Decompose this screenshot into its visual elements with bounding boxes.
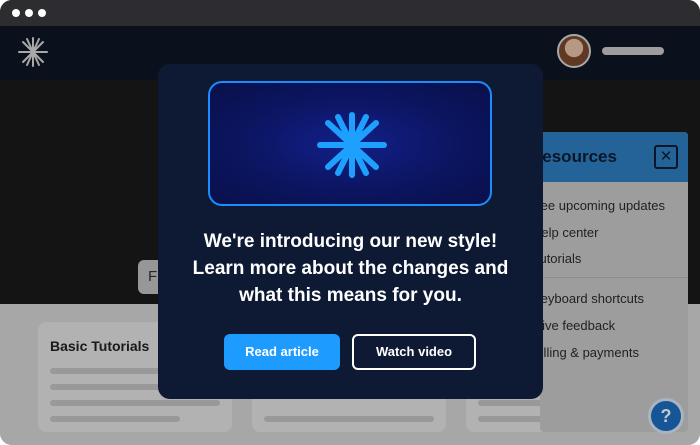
- modal-heading-line: We're introducing our new style!: [203, 231, 498, 252]
- modal-heading: We're introducing our new style! Learn m…: [168, 228, 533, 309]
- watch-video-button[interactable]: Watch video: [352, 334, 476, 370]
- window-control-dot[interactable]: [25, 9, 33, 17]
- window-titlebar: [0, 0, 700, 26]
- modal-banner: [208, 81, 492, 206]
- modal-heading-line: Learn more about the changes and: [192, 258, 509, 279]
- window-control-dot[interactable]: [38, 9, 46, 17]
- window-control-dot[interactable]: [12, 9, 20, 17]
- app-content: F Basic Tutorials Resources ✕ See upcomi…: [0, 26, 700, 445]
- modal-heading-line: what this means for you.: [239, 285, 462, 306]
- read-article-button[interactable]: Read article: [224, 334, 340, 370]
- browser-window: F Basic Tutorials Resources ✕ See upcomi…: [0, 0, 700, 445]
- asterisk-icon: [317, 112, 387, 178]
- announcement-modal: We're introducing our new style! Learn m…: [158, 64, 543, 399]
